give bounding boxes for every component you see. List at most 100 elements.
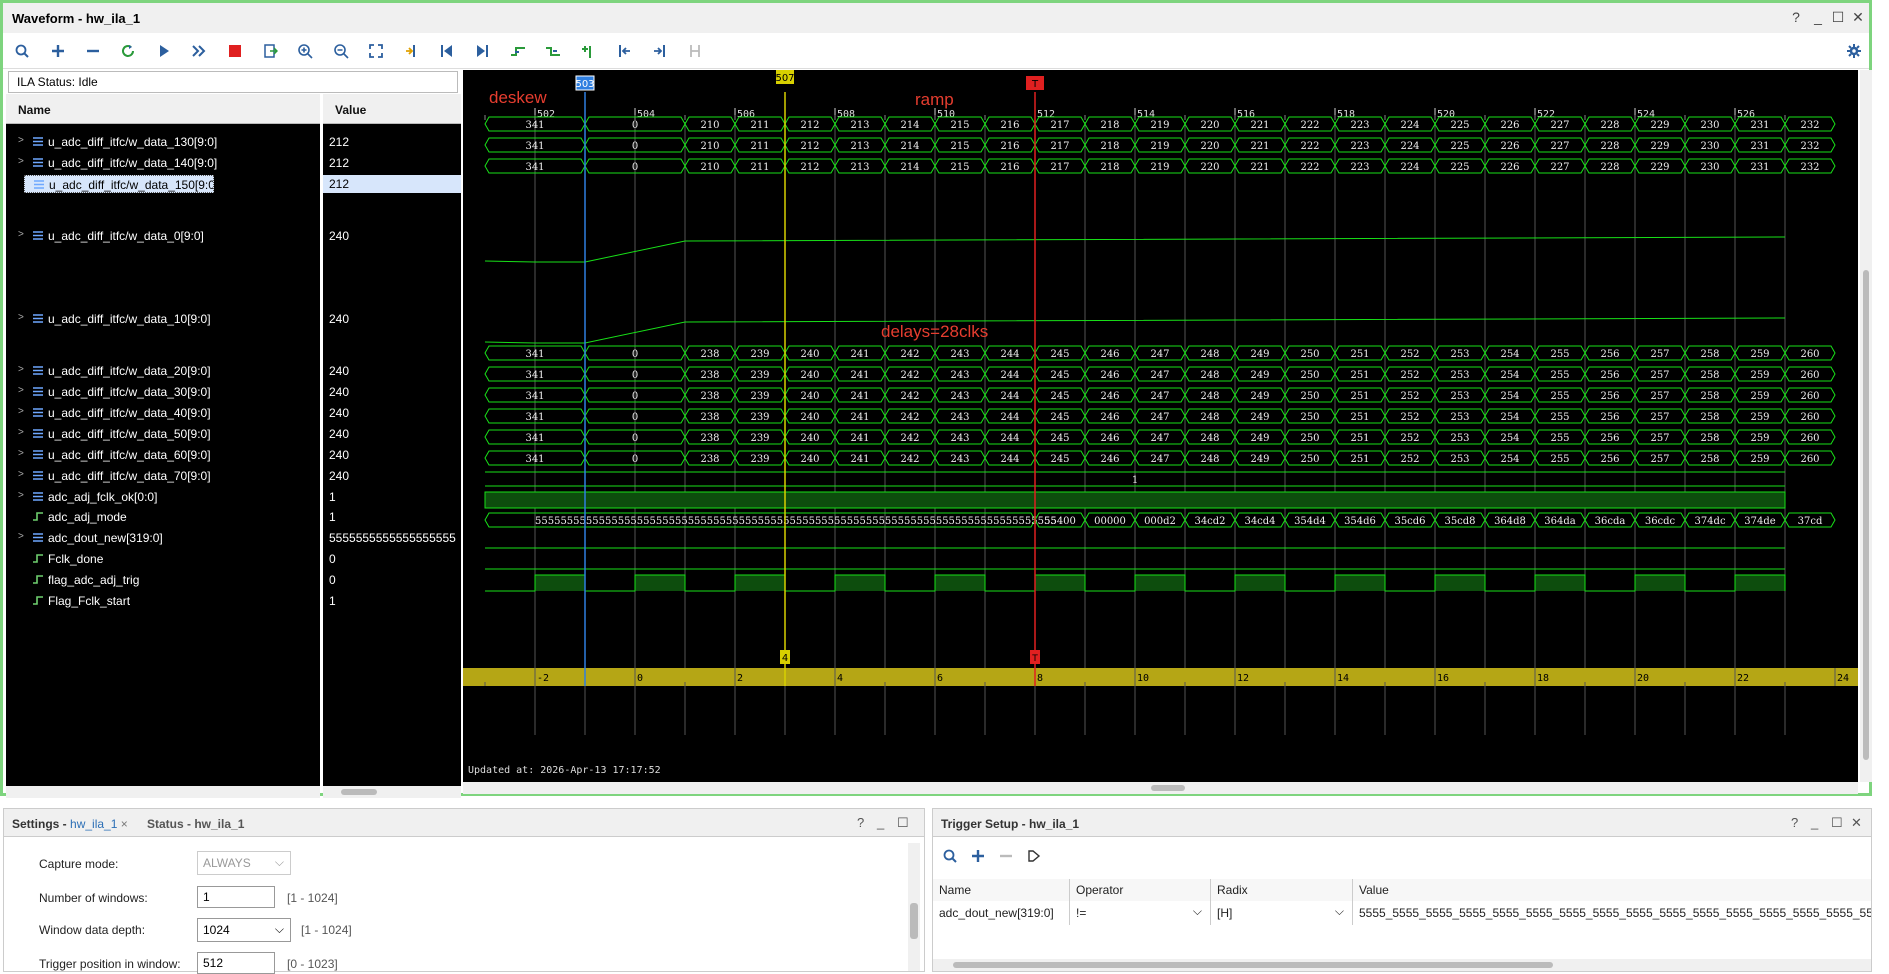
bus-row-value: 225	[1450, 162, 1469, 173]
bus-row-value: 217	[1050, 162, 1069, 173]
signal-row[interactable]: > u_adc_diff_itfc/w_data_70[9:0]	[6, 467, 320, 485]
trigger-col-radix[interactable]: Radix	[1211, 879, 1353, 901]
waveform-vscroll-thumb[interactable]	[1863, 270, 1869, 760]
waveform-canvas[interactable]: 502 504 506 508 510 512 514 516 518 520 522 524 526 3…	[463, 70, 1858, 794]
search-icon[interactable]	[939, 845, 961, 867]
chevron-right-icon[interactable]: >	[18, 156, 24, 167]
next-marker-icon[interactable]	[649, 40, 671, 62]
auto-retrigger-icon[interactable]	[117, 40, 139, 62]
bus-row-value: 239	[750, 412, 769, 423]
chevron-right-icon[interactable]: >	[24, 178, 25, 189]
close-icon[interactable]: ✕	[1849, 9, 1867, 26]
chevron-right-icon[interactable]: >	[18, 448, 24, 459]
tab-status[interactable]: Status - hw_ila_1	[147, 817, 244, 831]
chevron-right-icon[interactable]: >	[18, 406, 24, 417]
add-marker-icon[interactable]	[578, 40, 600, 62]
signal-row[interactable]: > u_adc_diff_itfc/w_data_0[9:0]	[6, 227, 320, 245]
bus-row-value: 254	[1500, 412, 1519, 423]
go-to-last-time-icon[interactable]	[471, 40, 493, 62]
add-icon[interactable]	[47, 40, 69, 62]
minimize-icon[interactable]: _	[1809, 9, 1827, 25]
settings-minimize-icon[interactable]: _	[877, 815, 884, 830]
help-icon[interactable]: ?	[1787, 9, 1805, 25]
signal-row[interactable]: > u_adc_diff_itfc/w_data_10[9:0]	[6, 310, 320, 328]
chevron-right-icon[interactable]: >	[18, 490, 24, 501]
trigger-hscroll-thumb[interactable]	[953, 962, 1553, 968]
previous-transition-icon[interactable]	[507, 40, 529, 62]
signal-row[interactable]: > u_adc_diff_itfc/w_data_60[9:0]	[6, 446, 320, 464]
trigger-minimize-icon[interactable]: _	[1811, 815, 1818, 830]
bus-row-value: 256	[1600, 412, 1619, 423]
export-icon[interactable]	[259, 40, 281, 62]
waveform-vscrollbar[interactable]	[1860, 70, 1872, 782]
signal-row[interactable]: adc_adj_mode	[6, 508, 320, 526]
settings-vscrollbar[interactable]	[908, 843, 920, 971]
go-to-time-zero-icon[interactable]	[436, 40, 458, 62]
next-transition-icon[interactable]	[542, 40, 564, 62]
run-trigger-icon[interactable]	[153, 40, 175, 62]
trigger-radix-select[interactable]: [H] ⌵	[1211, 901, 1353, 925]
trigger-help-icon[interactable]: ?	[1791, 815, 1798, 830]
num-windows-input[interactable]: 1	[197, 886, 275, 908]
value-pane-scrollbar[interactable]	[323, 786, 461, 798]
trigger-position-input[interactable]: 512	[197, 952, 275, 974]
value-scroll-thumb[interactable]	[341, 789, 377, 795]
signal-row[interactable]: Fclk_done	[6, 550, 320, 568]
settings-maximize-icon[interactable]: ☐	[897, 815, 909, 831]
go-to-cursor-icon[interactable]	[401, 40, 423, 62]
bus-row-value: 229	[1650, 162, 1669, 173]
add-icon[interactable]	[967, 845, 989, 867]
trigger-col-name[interactable]: Name	[933, 879, 1070, 901]
trigger-maximize-icon[interactable]: ☐	[1831, 815, 1843, 831]
name-pane-scrollbar[interactable]	[6, 786, 320, 798]
value-column-header[interactable]: Value	[323, 94, 461, 124]
chevron-right-icon[interactable]: >	[18, 469, 24, 480]
trigger-hscrollbar[interactable]	[933, 959, 1871, 971]
trigger-condition-icon[interactable]	[1023, 845, 1045, 867]
chevron-right-icon[interactable]: >	[18, 312, 24, 323]
remove-icon[interactable]	[82, 40, 104, 62]
tab-settings[interactable]: Settings - hw_ila_1 ×	[12, 817, 128, 831]
settings-help-icon[interactable]: ?	[857, 815, 864, 830]
name-column-header[interactable]: Name	[6, 94, 320, 124]
signal-row[interactable]: > u_adc_diff_itfc/w_data_50[9:0]	[6, 425, 320, 443]
chevron-right-icon[interactable]: >	[18, 229, 24, 240]
bus-signal-icon	[33, 533, 43, 542]
settings-gear-icon[interactable]	[1843, 40, 1865, 62]
run-immediate-icon[interactable]	[188, 40, 210, 62]
search-icon[interactable]	[11, 40, 33, 62]
stop-icon[interactable]	[224, 40, 246, 62]
previous-marker-icon[interactable]	[613, 40, 635, 62]
trigger-col-value[interactable]: Value	[1353, 879, 1871, 901]
signal-row[interactable]: Flag_Fclk_start	[6, 592, 320, 610]
chevron-right-icon[interactable]: >	[18, 135, 24, 146]
bus-row-value: 241	[850, 412, 869, 423]
chevron-right-icon[interactable]: >	[18, 427, 24, 438]
waveform-hscroll-thumb[interactable]	[1151, 785, 1185, 791]
trigger-operator-select[interactable]: != ⌵	[1070, 901, 1211, 925]
signal-row[interactable]: > u_adc_diff_itfc/w_data_140[9:0]	[6, 154, 320, 172]
waveform-svg[interactable]: 502 504 506 508 510 512 514 516 518 520 522 524 526 3…	[463, 70, 1858, 782]
chevron-right-icon[interactable]: >	[18, 385, 24, 396]
trigger-value-input[interactable]: 5555_5555_5555_5555_5555_5555_5555_5555_…	[1353, 901, 1871, 925]
zoom-in-icon[interactable]	[294, 40, 316, 62]
zoom-out-icon[interactable]	[330, 40, 352, 62]
signal-row[interactable]: > u_adc_diff_itfc/w_data_150[9:0]	[24, 175, 214, 193]
signal-row[interactable]: flag_adc_adj_trig	[6, 571, 320, 589]
waveform-hscrollbar[interactable]	[463, 782, 1858, 794]
signal-row[interactable]: > u_adc_diff_itfc/w_data_30[9:0]	[6, 383, 320, 401]
chevron-right-icon[interactable]: >	[18, 364, 24, 375]
signal-row[interactable]: > adc_dout_new[319:0]	[6, 529, 320, 547]
signal-row[interactable]: > u_adc_diff_itfc/w_data_40[9:0]	[6, 404, 320, 422]
zoom-fit-icon[interactable]	[365, 40, 387, 62]
chevron-right-icon[interactable]: >	[18, 531, 24, 542]
settings-vscroll-thumb[interactable]	[910, 903, 918, 939]
trigger-close-icon[interactable]: ✕	[1851, 815, 1862, 831]
signal-row[interactable]: > u_adc_diff_itfc/w_data_130[9:0]	[6, 133, 320, 151]
maximize-icon[interactable]: ☐	[1829, 9, 1847, 26]
window-depth-select[interactable]: 1024 ⌵	[197, 918, 291, 942]
trigger-col-operator[interactable]: Operator	[1070, 879, 1211, 901]
signal-row[interactable]: > u_adc_diff_itfc/w_data_20[9:0]	[6, 362, 320, 380]
signal-row[interactable]: > adc_adj_fclk_ok[0:0]	[6, 488, 320, 506]
bus-row-value: 250	[1300, 370, 1319, 381]
